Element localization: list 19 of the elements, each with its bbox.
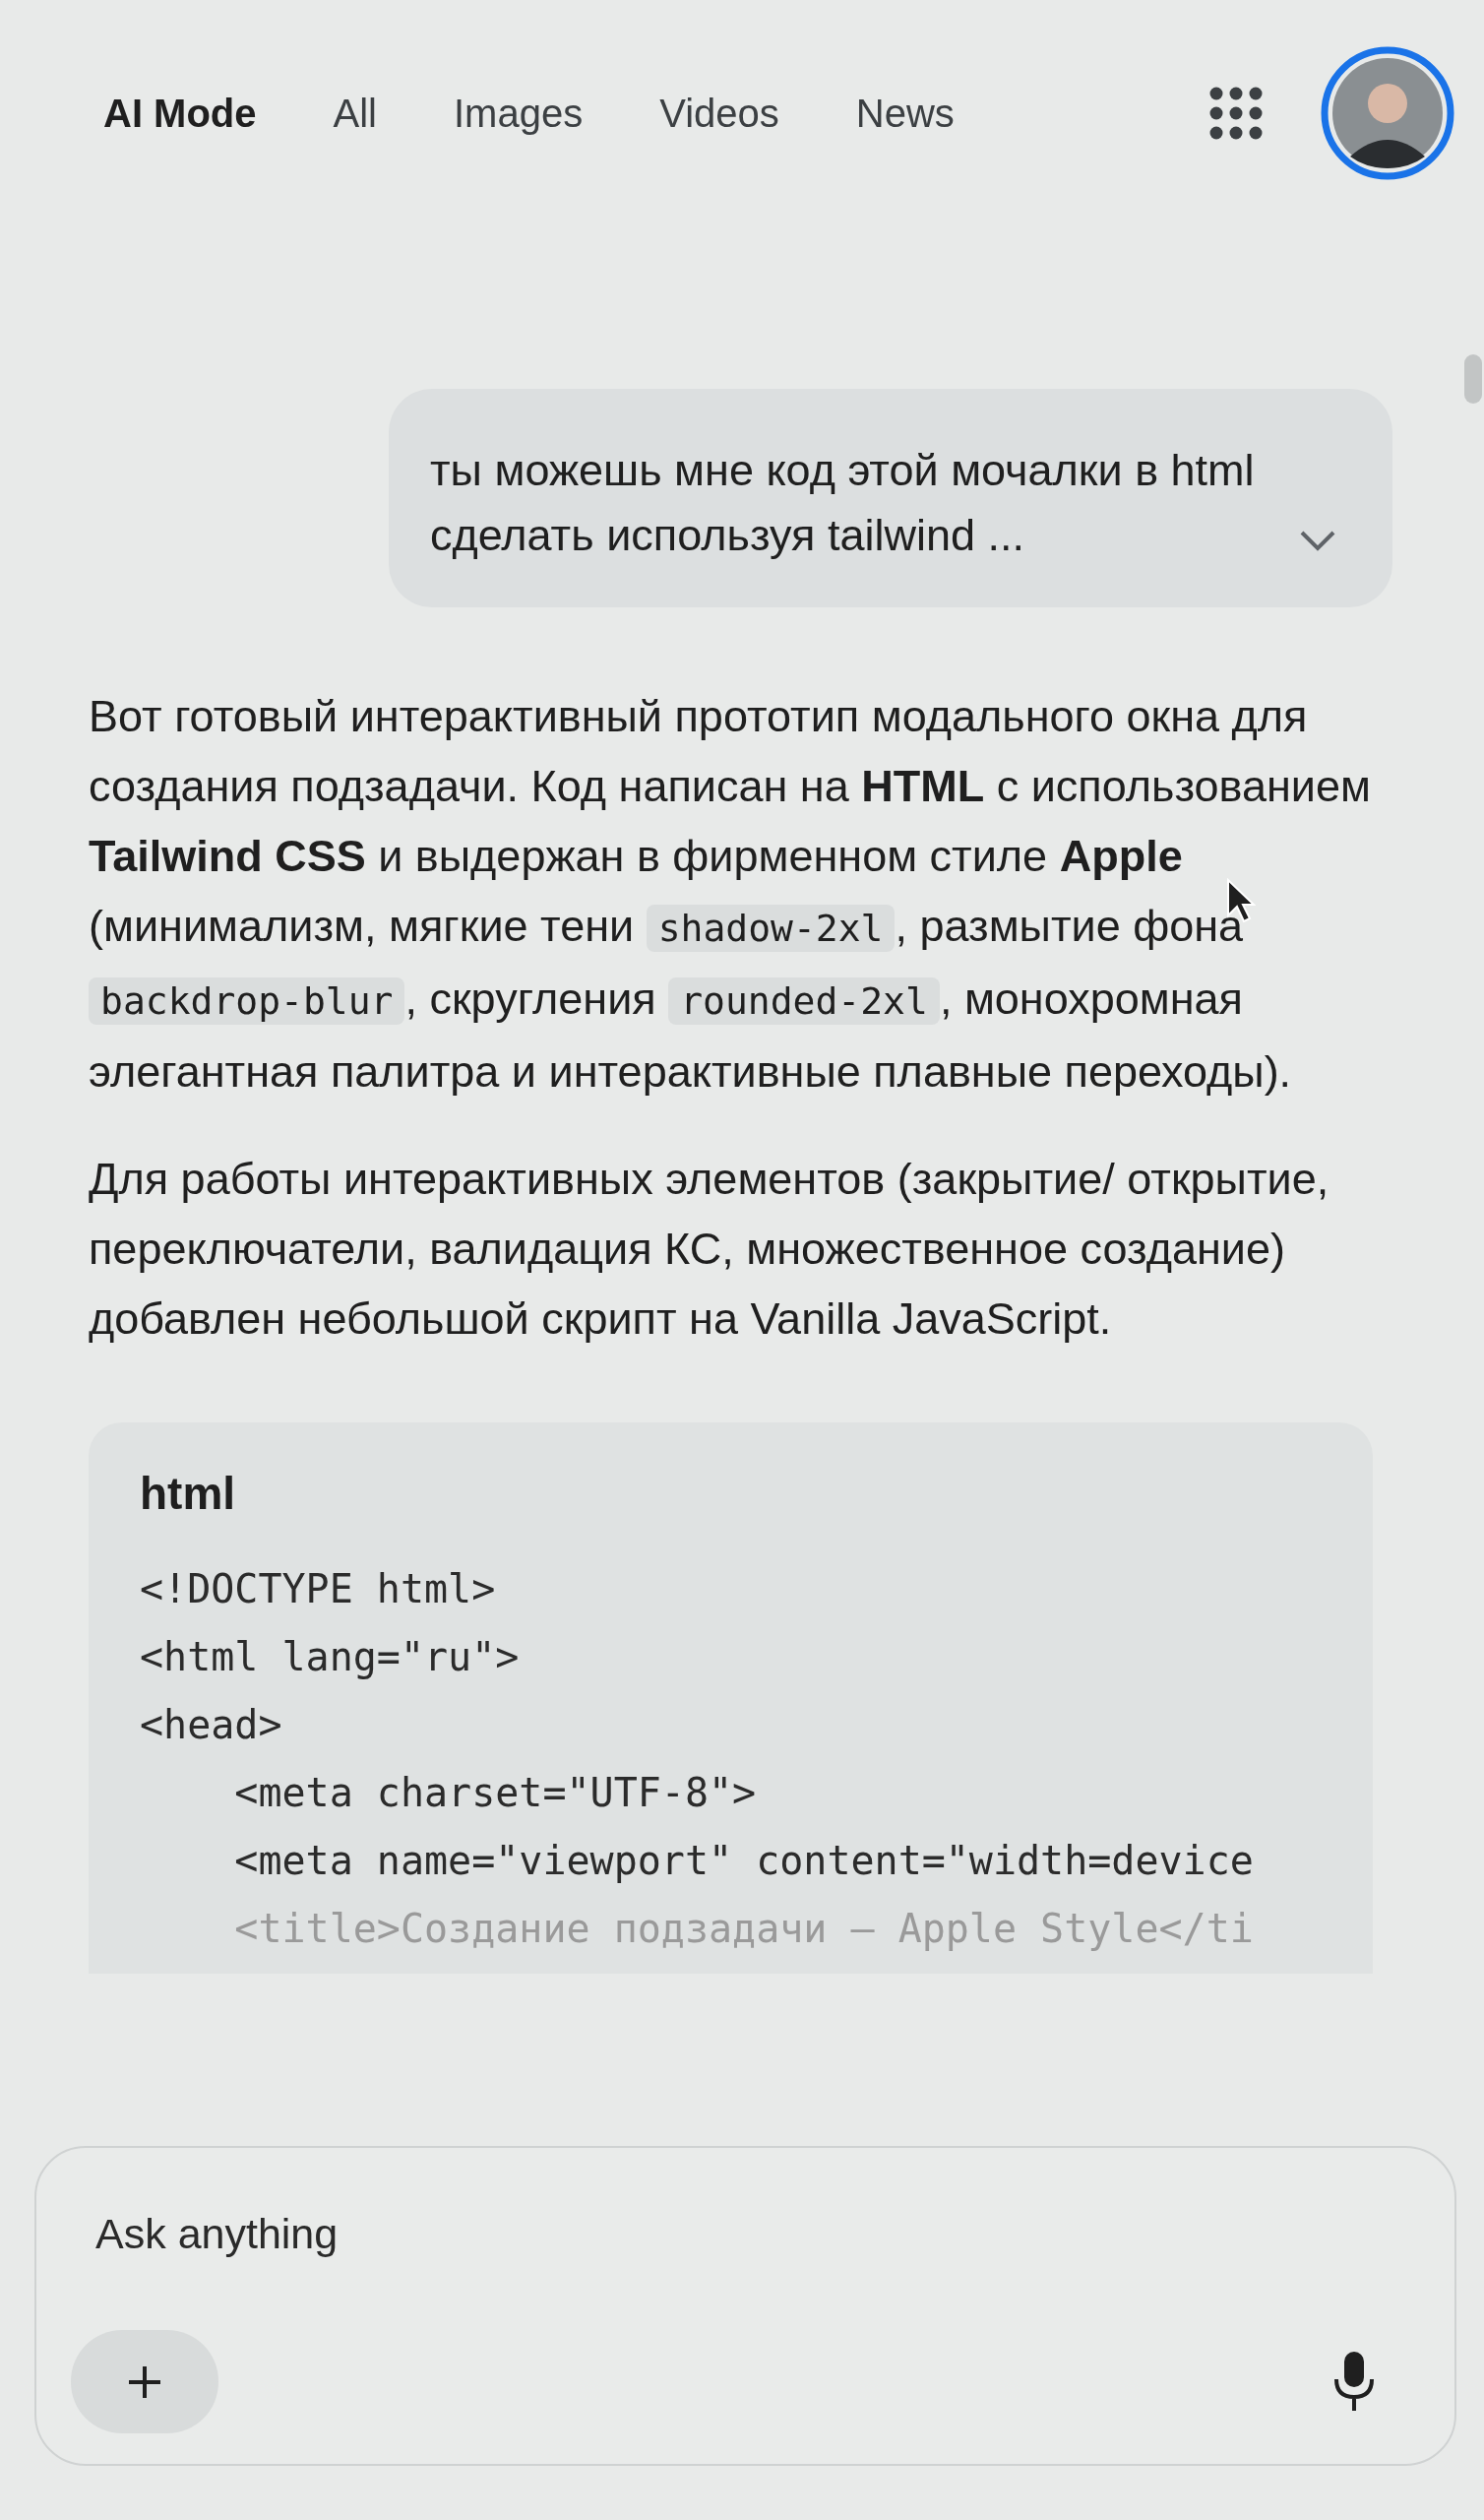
code-line: <meta charset="UTF-8"> (233, 1769, 757, 1817)
tab[interactable]: News (855, 91, 955, 136)
code-language: html (140, 1467, 237, 1520)
avatar[interactable] (1321, 46, 1454, 180)
tab[interactable]: AI Mode (103, 91, 257, 136)
tab[interactable]: All (333, 91, 377, 136)
ask-input[interactable]: Ask anything (93, 2209, 983, 2259)
scrollbar-thumb[interactable] (1464, 354, 1482, 404)
apps-grid-icon[interactable] (1208, 86, 1264, 141)
code-line: <head> (140, 1701, 282, 1749)
answer-paragraph: Вот готовый интерактивный прототип модального окна для создания подзадачи. Код написан на HTML с использованием Tailwind CSS и выдержан в фирменном стиле Apple (минимализм, мягкие тени shadow-2xl , размытие фона backdrop-blur , скругления rounded-2xl , монохромная элегантная палитра и интерактивные плавные переходы). (89, 690, 1372, 1099)
code-line: <title>Создание подзадачи – Apple Style</ti (233, 1905, 1254, 1953)
user-message: ты можешь мне код этой мочалки в html сделать используя tailwind ... (430, 444, 1256, 562)
answer-paragraph: Для работы интерактивных элементов (закрытие/ открытие, переключатели, валидация КС, множественное создание) добавлен небольшой скрипт на Vanilla JavaScript. (89, 1153, 1330, 1346)
tab[interactable]: Videos (659, 91, 779, 136)
code-line: <html lang="ru"> (140, 1633, 520, 1681)
code-line: <!DOCTYPE html> (140, 1565, 496, 1613)
tab[interactable]: Images (454, 91, 584, 136)
code-line: <meta name="viewport" content="width=device (233, 1837, 1254, 1885)
